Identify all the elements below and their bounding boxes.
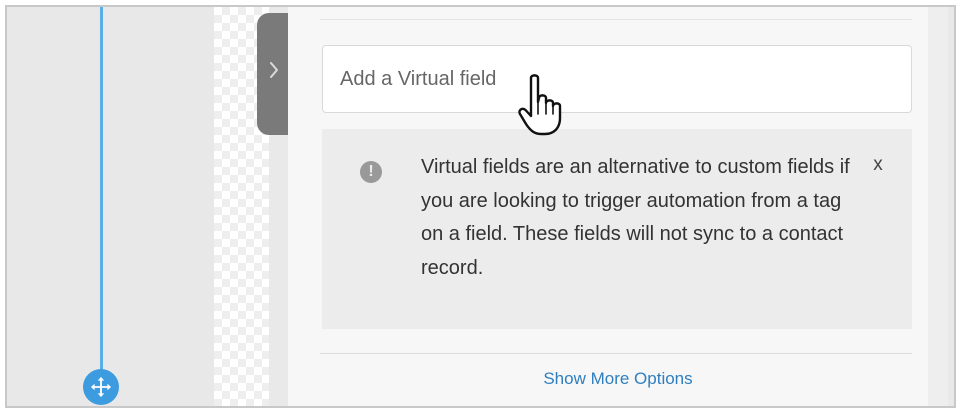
- info-notice: ! Virtual fields are an alternative to c…: [322, 129, 912, 329]
- builder-window: ! Virtual fields are an alternative to c…: [5, 5, 956, 408]
- divider: [320, 353, 912, 354]
- divider: [320, 19, 912, 20]
- workflow-canvas: [7, 7, 214, 406]
- flow-connector-line: [100, 7, 103, 379]
- field-settings-panel: ! Virtual fields are an alternative to c…: [288, 7, 948, 406]
- move-handle[interactable]: [83, 369, 119, 405]
- collapse-panel-tab[interactable]: [257, 13, 291, 135]
- show-more-options-link[interactable]: Show More Options: [288, 369, 948, 389]
- virtual-field-input[interactable]: [322, 45, 912, 113]
- panel-gutter: [928, 7, 948, 406]
- move-arrows-icon: [90, 376, 112, 398]
- close-notice-button[interactable]: x: [868, 153, 888, 177]
- chevron-right-icon: [270, 62, 278, 78]
- hand-pointer-icon: [518, 74, 562, 136]
- info-message: Virtual fields are an alternative to cus…: [421, 156, 850, 279]
- exclamation-circle-icon: !: [360, 161, 382, 183]
